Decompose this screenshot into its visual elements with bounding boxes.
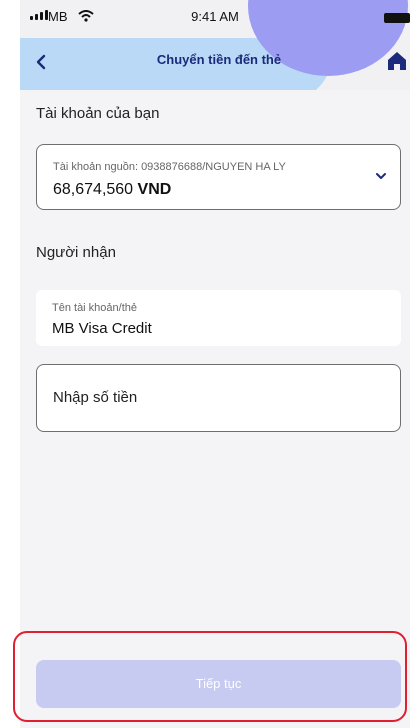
amount-placeholder: Nhập số tiền: [53, 389, 138, 406]
battery-icon: [384, 13, 410, 23]
account-balance: 68,674,560 VND: [53, 181, 171, 199]
page-title: Chuyển tiền đến thẻ: [156, 52, 282, 67]
recipient-field-value: MB Visa Credit: [52, 320, 152, 337]
home-button[interactable]: [386, 50, 408, 72]
continue-button[interactable]: Tiếp tục: [36, 660, 401, 708]
recipient-card: Tên tài khoản/thẻ MB Visa Credit: [36, 290, 401, 346]
app-header: MB 9:41 AM Chuyển tiền đến thẻ: [20, 0, 410, 90]
balance-amount: 68,674,560: [53, 181, 134, 198]
amount-input[interactable]: Nhập số tiền: [36, 364, 401, 432]
source-account-line: Tài khoản nguồn: 0938876688/NGUYEN HA LY: [53, 161, 286, 173]
recipient-section-label: Người nhận: [36, 244, 116, 261]
recipient-field-label: Tên tài khoản/thẻ: [52, 302, 138, 314]
status-bar: MB 9:41 AM: [20, 8, 410, 28]
balance-currency: VND: [137, 181, 172, 198]
status-time: 9:41 AM: [191, 9, 239, 24]
source-account-selector[interactable]: Tài khoản nguồn: 0938876688/NGUYEN HA LY…: [36, 144, 401, 210]
chevron-down-icon[interactable]: [374, 169, 388, 183]
source-account-section-label: Tài khoản của bạn: [36, 105, 160, 122]
phone-screen: MB 9:41 AM Chuyển tiền đến thẻ Tài khoản…: [20, 0, 410, 728]
